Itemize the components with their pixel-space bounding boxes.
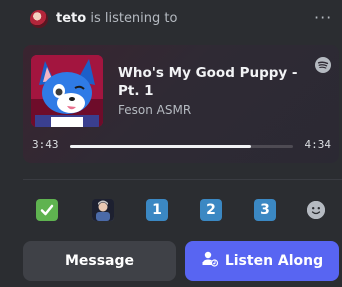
listen-along-button[interactable]: Listen Along [185,241,339,281]
song-title[interactable]: Who's My Good Puppy - Pt. 1 [118,64,303,100]
status-text: is listening to [90,11,178,26]
elapsed-time: 3:43 [32,138,59,151]
reaction-row: 2 3 1 [23,194,342,230]
progress-fill [70,145,252,148]
progress-bar [70,145,293,148]
spotify-icon[interactable] [315,57,331,73]
song-artist[interactable]: Feson ASMR [118,102,191,118]
custom-avatar-emoji[interactable] [92,199,114,221]
more-options-button[interactable]: ··· [314,9,332,27]
username[interactable]: teto [56,11,86,26]
keycap-3-emoji[interactable]: 3 [254,199,276,221]
message-button-label: Message [64,253,135,269]
keycap-1-emoji[interactable]: 1 [146,199,168,221]
activity-status: teto is listening to [56,11,177,27]
album-art-illustration [31,55,103,127]
divider [23,179,342,180]
now-playing-card: Who's My Good Puppy - Pt. 1 Feson ASMR 3… [23,45,339,163]
listen-along-icon [201,250,219,272]
user-avatar-image [30,10,48,28]
listen-along-label: Listen Along [224,253,324,269]
keycap-2-emoji[interactable]: 2 [200,199,222,221]
activity-panel: teto is listening to ··· Who's My Good P… [0,0,342,287]
activity-header: teto is listening to ··· [0,0,342,46]
avatar[interactable] [30,10,48,28]
message-button[interactable]: Message [23,241,176,281]
album-art[interactable] [31,55,103,127]
check-mark-emoji[interactable] [36,199,58,221]
track-duration: 4:34 [304,138,332,151]
add-reaction-icon[interactable] [307,201,325,219]
